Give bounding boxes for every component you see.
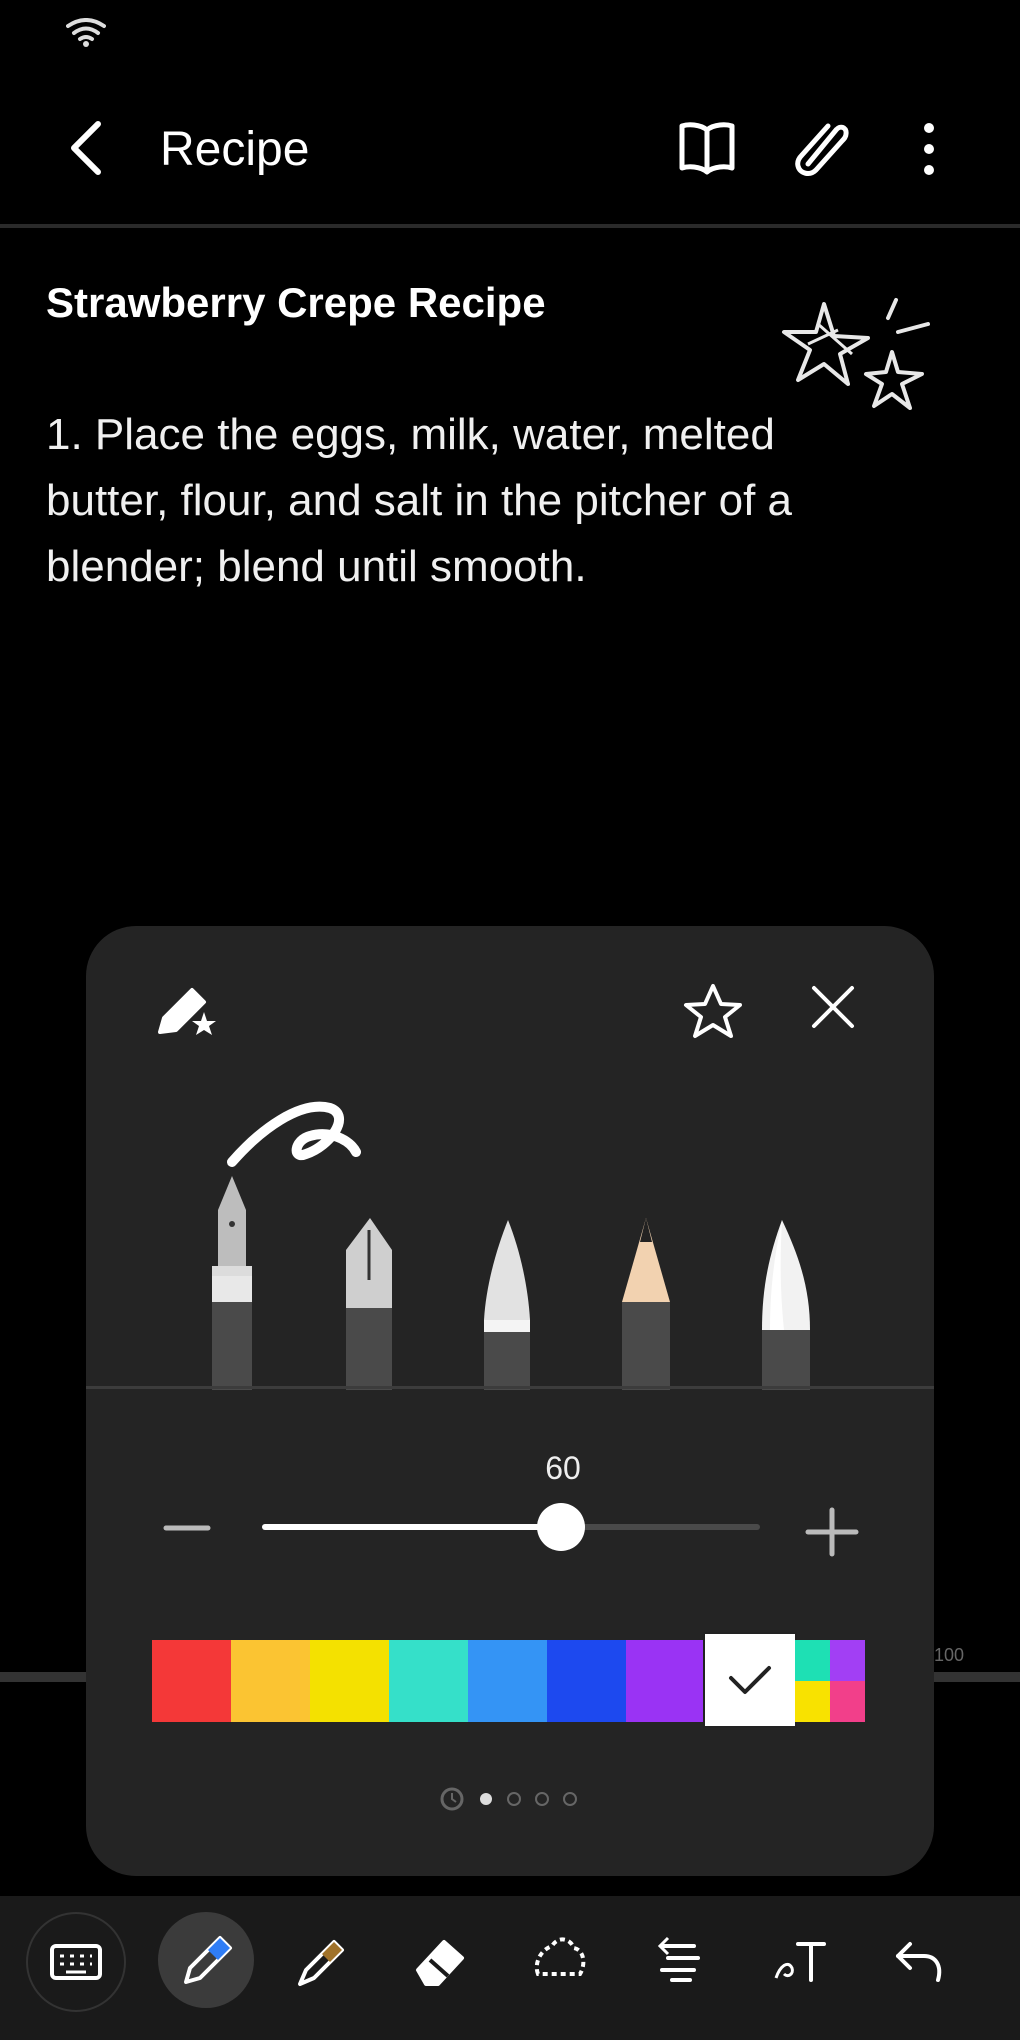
- page-dot: [535, 1792, 549, 1806]
- text-align-icon[interactable]: [632, 1912, 728, 2008]
- pen-stroke-preview: [227, 1101, 361, 1167]
- page-dot: [507, 1792, 521, 1806]
- color-palette: [152, 1634, 870, 1726]
- lasso-icon[interactable]: [512, 1912, 608, 2008]
- status-bar: [0, 0, 1020, 60]
- wifi-icon: [66, 18, 106, 47]
- note-body[interactable]: 1. Place the eggs, milk, water, melted b…: [46, 402, 906, 600]
- check-icon: [729, 1666, 771, 1694]
- more-colors-cell: [830, 1681, 865, 1722]
- color-swatch[interactable]: [231, 1640, 310, 1722]
- fountain-pen[interactable]: [212, 1176, 252, 1390]
- more-colors-cell: [795, 1640, 830, 1681]
- size-slider-fill: [262, 1524, 561, 1530]
- page-number: 100: [934, 1645, 965, 1665]
- page-dot: [563, 1792, 577, 1806]
- minus-icon[interactable]: [162, 1506, 212, 1550]
- text-style-icon[interactable]: [752, 1912, 848, 2008]
- app-bar: [0, 90, 1020, 220]
- color-swatch-selected[interactable]: [705, 1634, 795, 1726]
- keyboard-icon[interactable]: [26, 1912, 126, 2012]
- color-swatch[interactable]: [468, 1640, 547, 1722]
- calligraphy-pen[interactable]: [346, 1218, 392, 1390]
- note-title[interactable]: Strawberry Crepe Recipe: [46, 276, 546, 330]
- more-colors-button[interactable]: [795, 1640, 865, 1722]
- pen-size-value: 60: [545, 1450, 581, 1486]
- pen-icon[interactable]: [158, 1912, 254, 2008]
- color-swatch[interactable]: [152, 1640, 231, 1722]
- stars-drawing: [782, 298, 930, 410]
- favorite-star-icon[interactable]: [680, 980, 746, 1042]
- back-arrow-icon[interactable]: [62, 118, 110, 178]
- size-slider-thumb[interactable]: [536, 1503, 585, 1551]
- attach-icon[interactable]: [788, 116, 854, 180]
- highlighter-icon[interactable]: [274, 1912, 370, 2008]
- color-swatch[interactable]: [547, 1640, 626, 1722]
- palette-page-indicator: [440, 1787, 577, 1811]
- page-dot-active: [480, 1793, 492, 1805]
- undo-icon[interactable]: [872, 1912, 968, 2008]
- pen-settings-panel: [86, 926, 934, 1876]
- more-colors-cell: [830, 1640, 865, 1681]
- reading-mode-icon[interactable]: [676, 118, 738, 178]
- pen-divider: [86, 1386, 934, 1389]
- color-swatch[interactable]: [626, 1640, 705, 1722]
- plus-icon[interactable]: [804, 1506, 860, 1558]
- color-swatch[interactable]: [310, 1640, 389, 1722]
- pen-settings-icon[interactable]: [154, 982, 220, 1040]
- close-icon[interactable]: [808, 982, 858, 1032]
- pen-types: [212, 1101, 810, 1390]
- app-bar-divider: [0, 224, 1020, 228]
- pencil[interactable]: [622, 1218, 670, 1390]
- bottom-toolbar: [0, 1896, 1020, 2040]
- eraser-icon[interactable]: [392, 1912, 488, 2008]
- more-colors-cell: [795, 1681, 830, 1722]
- color-swatch[interactable]: [389, 1640, 468, 1722]
- page-title: Recipe: [160, 123, 310, 176]
- more-options-icon[interactable]: [906, 118, 952, 180]
- marker[interactable]: [762, 1220, 810, 1390]
- brush-pen[interactable]: [484, 1220, 530, 1390]
